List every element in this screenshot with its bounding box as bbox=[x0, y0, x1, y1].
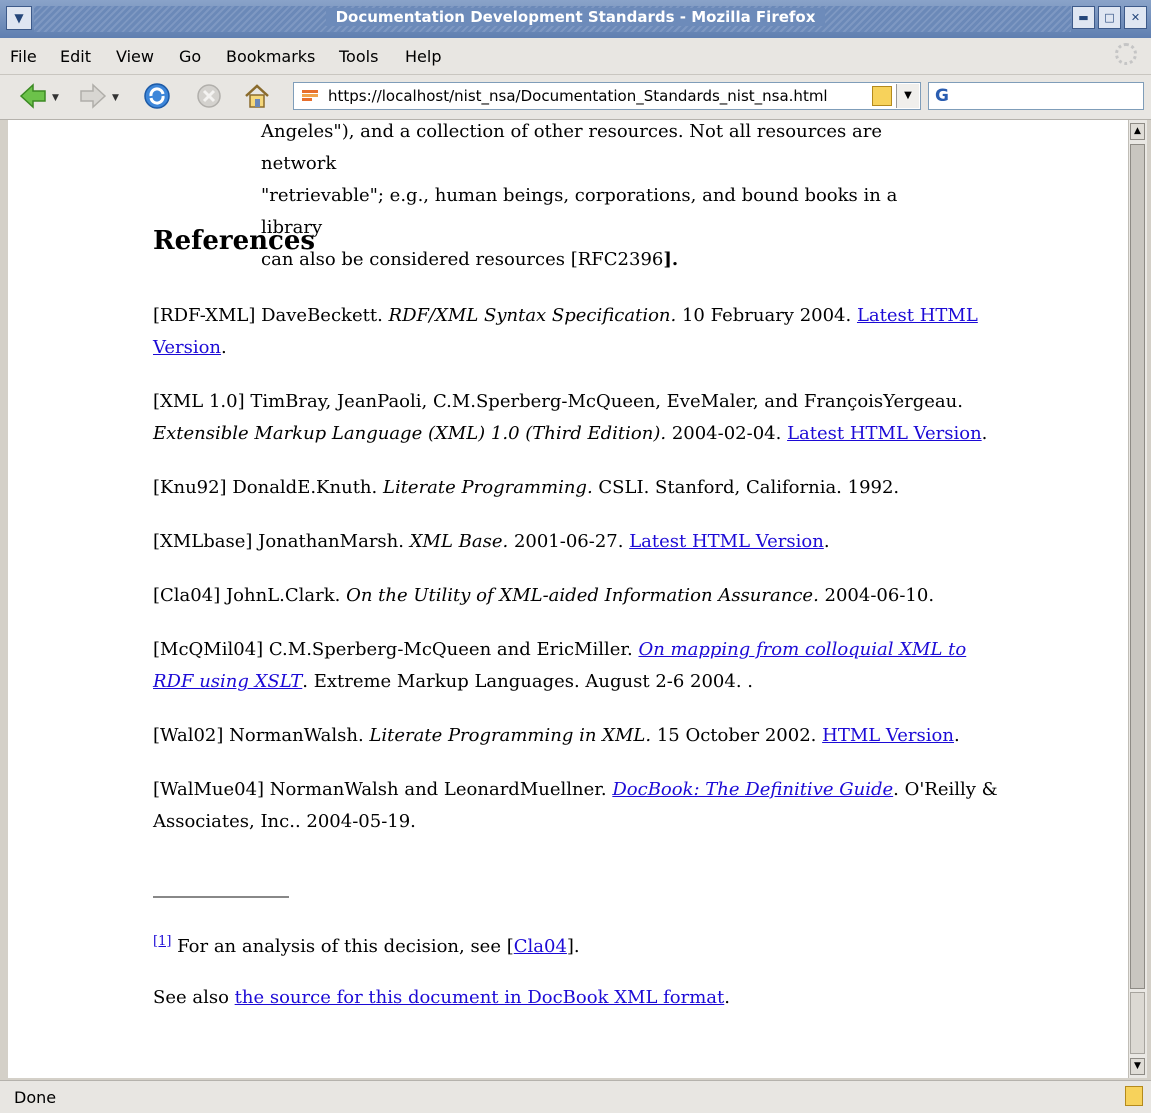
ref-tag: [WalMue04] bbox=[153, 779, 265, 800]
footnote-divider bbox=[153, 896, 289, 898]
ref-link[interactable]: Latest HTML Version bbox=[629, 531, 824, 552]
footnote: [1] For an analysis of this decision, se… bbox=[153, 934, 580, 957]
window-title: Documentation Development Standards - Mo… bbox=[325, 8, 826, 26]
reference-xmlbase: [XMLbase] JonathanMarsh. XML Base. 2001-… bbox=[153, 531, 830, 552]
menu-view[interactable]: View bbox=[116, 47, 154, 66]
forward-arrow-icon[interactable] bbox=[78, 81, 108, 111]
ref-tag: [Knu92] bbox=[153, 477, 227, 498]
address-bar[interactable]: https://localhost/nist_nsa/Documentation… bbox=[293, 82, 921, 110]
paragraph-line: "retrievable"; e.g., human beings, corpo… bbox=[261, 185, 898, 238]
security-lock-icon[interactable] bbox=[1125, 1086, 1143, 1106]
ref-link[interactable]: HTML Version bbox=[822, 725, 954, 746]
ref-tag: [RDF-XML] bbox=[153, 305, 256, 326]
ref-authors: TimBray, JeanPaoli, C.M.Sperberg-McQueen… bbox=[250, 391, 963, 412]
status-bar: Done bbox=[0, 1080, 1151, 1113]
ref-details: 15 October 2002. bbox=[656, 725, 817, 746]
ref-title: RDF/XML Syntax Specification. bbox=[388, 305, 677, 326]
search-bar[interactable]: G bbox=[928, 82, 1144, 110]
reload-icon[interactable] bbox=[142, 81, 172, 111]
ref-tag: [XMLbase] bbox=[153, 531, 253, 552]
status-text: Done bbox=[14, 1088, 57, 1107]
paragraph-line: can also be considered resources [RFC239… bbox=[261, 249, 664, 270]
close-button[interactable]: ✕ bbox=[1124, 6, 1147, 29]
stop-icon[interactable] bbox=[194, 81, 224, 111]
ssl-lock-icon[interactable] bbox=[872, 86, 892, 106]
menu-bar: File Edit View Go Bookmarks Tools Help bbox=[0, 38, 1151, 75]
ref-link[interactable]: Latest HTML Version bbox=[787, 423, 982, 444]
see-also: See also the source for this document in… bbox=[153, 987, 730, 1008]
cut-off-line: Angeles"), and a collection of other res… bbox=[261, 121, 883, 174]
footnote-text: For an analysis of this decision, see [ bbox=[177, 936, 514, 957]
menu-file[interactable]: File bbox=[10, 47, 37, 66]
forward-history-dropdown-icon[interactable]: ▼ bbox=[112, 93, 119, 103]
menu-help[interactable]: Help bbox=[405, 47, 441, 66]
ref-details: . Extreme Markup Languages. August 2-6 2… bbox=[302, 671, 754, 692]
page-content: Angeles"), and a collection of other res… bbox=[8, 120, 1128, 1078]
footnote-citation-link[interactable]: Cla04 bbox=[514, 936, 567, 957]
reference-mcqmil04: [McQMil04] C.M.Sperberg-McQueen and Eric… bbox=[153, 634, 1003, 698]
ref-details: 10 February 2004. bbox=[681, 305, 852, 326]
back-history-dropdown-icon[interactable]: ▼ bbox=[52, 93, 59, 103]
window-controls: ▬ □ ✕ bbox=[1072, 6, 1147, 29]
ref-authors: C.M.Sperberg-McQueen and EricMiller. bbox=[268, 639, 633, 660]
scrollbar-track[interactable] bbox=[1130, 144, 1145, 989]
menu-bookmarks[interactable]: Bookmarks bbox=[226, 47, 315, 66]
scrollbar-thumb[interactable] bbox=[1130, 992, 1145, 1054]
back-arrow-icon[interactable] bbox=[18, 81, 48, 111]
reference-wal02: [Wal02] NormanWalsh. Literate Programmin… bbox=[153, 725, 960, 746]
google-search-engine-icon[interactable]: G bbox=[935, 86, 957, 106]
ref-tag: [Wal02] bbox=[153, 725, 224, 746]
ref-title: XML Base. bbox=[409, 531, 509, 552]
vertical-scrollbar[interactable]: ▲ ▼ bbox=[1128, 120, 1147, 1078]
url-history-dropdown-icon[interactable]: ▼ bbox=[896, 84, 919, 108]
ref-authors: DaveBeckett. bbox=[261, 305, 383, 326]
throbber-icon bbox=[1115, 43, 1137, 65]
title-bar: ▼ Documentation Development Standards - … bbox=[0, 0, 1151, 39]
navigation-toolbar: ▼ ▼ https://localhost/nist_nsa/Documenta… bbox=[0, 75, 1151, 120]
paragraph-line-end: ]. bbox=[663, 249, 679, 270]
maximize-button[interactable]: □ bbox=[1098, 6, 1121, 29]
docbook-source-link[interactable]: the source for this document in DocBook … bbox=[235, 987, 725, 1008]
url-text[interactable]: https://localhost/nist_nsa/Documentation… bbox=[328, 83, 828, 109]
page-favicon-icon bbox=[302, 90, 318, 101]
ref-title: On the Utility of XML-aided Information … bbox=[346, 585, 819, 606]
footnote-marker-link[interactable]: [1] bbox=[153, 934, 171, 949]
scroll-up-arrow-icon[interactable]: ▲ bbox=[1130, 123, 1145, 140]
ref-authors: NormanWalsh and LeonardMuellner. bbox=[269, 779, 607, 800]
ref-authors: JonathanMarsh. bbox=[258, 531, 404, 552]
home-icon[interactable] bbox=[242, 81, 272, 111]
ref-title: Extensible Markup Language (XML) 1.0 (Th… bbox=[153, 423, 667, 444]
scroll-down-arrow-icon[interactable]: ▼ bbox=[1130, 1058, 1145, 1075]
ref-tag: [McQMil04] bbox=[153, 639, 264, 660]
ref-tag: [Cla04] bbox=[153, 585, 221, 606]
ref-title: Literate Programming. bbox=[382, 477, 593, 498]
ref-authors: NormanWalsh. bbox=[229, 725, 364, 746]
menu-tools[interactable]: Tools bbox=[339, 47, 378, 66]
ref-details: 2004-06-10. bbox=[824, 585, 935, 606]
ref-title: Literate Programming in XML. bbox=[369, 725, 652, 746]
ref-authors: JohnL.Clark. bbox=[225, 585, 341, 606]
ref-tag: [XML 1.0] bbox=[153, 391, 245, 412]
reference-knu92: [Knu92] DonaldE.Knuth. Literate Programm… bbox=[153, 472, 1003, 504]
reference-walmue04: [WalMue04] NormanWalsh and LeonardMuelln… bbox=[153, 774, 1003, 838]
reference-cla04: [Cla04] JohnL.Clark. On the Utility of X… bbox=[153, 580, 1003, 612]
minimize-button[interactable]: ▬ bbox=[1072, 6, 1095, 29]
menu-go[interactable]: Go bbox=[179, 47, 201, 66]
see-also-text: See also bbox=[153, 987, 235, 1008]
ref-details: 2001-06-27. bbox=[513, 531, 624, 552]
ref-details: CSLI. Stanford, California. 1992. bbox=[598, 477, 900, 498]
ref-details: 2004-02-04. bbox=[671, 423, 782, 444]
ref-link[interactable]: DocBook: The Definitive Guide bbox=[612, 779, 893, 800]
reference-rdf-xml: [RDF-XML] DaveBeckett. RDF/XML Syntax Sp… bbox=[153, 305, 978, 358]
ref-authors: DonaldE.Knuth. bbox=[232, 477, 378, 498]
references-heading: References bbox=[153, 226, 316, 256]
menu-edit[interactable]: Edit bbox=[60, 47, 91, 66]
definition-paragraph: Angeles"), and a collection of other res… bbox=[261, 120, 961, 276]
reference-xml-1-0: [XML 1.0] TimBray, JeanPaoli, C.M.Sperbe… bbox=[153, 391, 988, 444]
